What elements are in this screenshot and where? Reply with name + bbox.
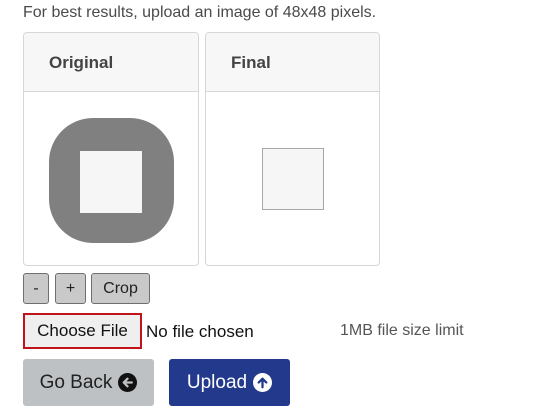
file-size-limit-text: 1MB file size limit bbox=[340, 322, 464, 339]
go-back-label: Go Back bbox=[39, 371, 113, 393]
original-image-preview bbox=[49, 118, 174, 243]
upload-label: Upload bbox=[186, 371, 248, 393]
arrow-left-circle-icon bbox=[118, 373, 138, 392]
original-image-inner-square bbox=[80, 151, 142, 213]
zoom-in-button[interactable]: + bbox=[55, 273, 86, 304]
upload-hint: For best results, upload an image of 48x… bbox=[23, 4, 377, 21]
file-status-text: No file chosen bbox=[146, 322, 254, 341]
original-preview-panel: Original bbox=[23, 32, 199, 266]
choose-file-button[interactable]: Choose File bbox=[23, 313, 142, 349]
crop-button[interactable]: Crop bbox=[91, 273, 150, 304]
final-panel-title: Final bbox=[206, 33, 379, 92]
final-image-preview bbox=[262, 148, 324, 210]
upload-button[interactable]: Upload bbox=[169, 359, 290, 406]
final-preview-panel: Final bbox=[205, 32, 380, 266]
zoom-out-button[interactable]: - bbox=[23, 273, 49, 304]
original-panel-title: Original bbox=[24, 33, 198, 92]
arrow-up-circle-icon bbox=[253, 373, 273, 392]
go-back-button[interactable]: Go Back bbox=[23, 359, 154, 406]
